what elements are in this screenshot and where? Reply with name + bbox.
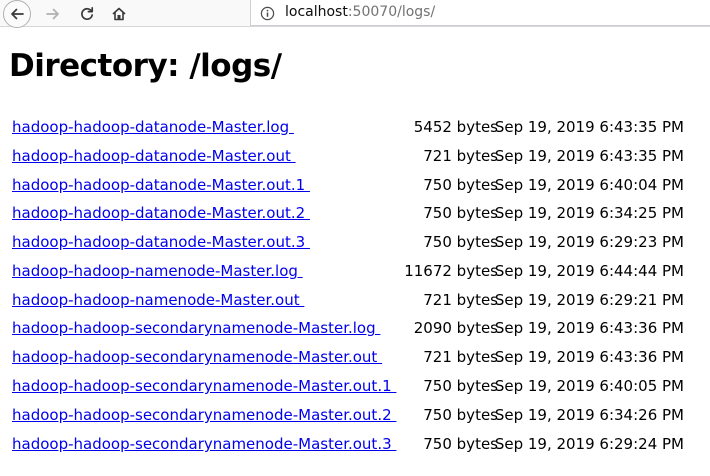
file-link[interactable]: hadoop-hadoop-secondarynamenode-Master.o…	[12, 435, 396, 453]
file-link[interactable]: hadoop-hadoop-datanode-Master.out.2	[12, 204, 310, 222]
file-link[interactable]: hadoop-hadoop-namenode-Master.log	[12, 262, 303, 280]
file-size: 721 bytes	[423, 291, 498, 309]
file-size: 2090 bytes	[413, 319, 498, 337]
file-date: Sep 19, 2019 6:43:36 PM	[494, 319, 684, 337]
reload-icon	[80, 6, 93, 20]
url-text[interactable]: localhost:50070/logs/	[285, 4, 435, 20]
file-link[interactable]: hadoop-hadoop-datanode-Master.out.3	[12, 233, 310, 251]
file-link[interactable]: hadoop-hadoop-namenode-Master.out	[12, 291, 304, 309]
file-link[interactable]: hadoop-hadoop-datanode-Master.out	[12, 147, 296, 165]
file-link[interactable]: hadoop-hadoop-datanode-Master.out.1	[12, 176, 310, 194]
file-date: Sep 19, 2019 6:40:04 PM	[494, 176, 684, 194]
file-size: 750 bytes	[423, 435, 498, 453]
file-row: hadoop-hadoop-datanode-Master.out.1 750 …	[0, 172, 710, 201]
arrow-left-icon	[11, 8, 24, 20]
home-icon	[111, 7, 126, 20]
file-date: Sep 19, 2019 6:29:23 PM	[494, 233, 684, 251]
file-size: 750 bytes	[423, 233, 498, 251]
file-row: hadoop-hadoop-datanode-Master.out.2 750 …	[0, 200, 710, 229]
file-row: hadoop-hadoop-namenode-Master.log 11672 …	[0, 258, 710, 287]
file-row: hadoop-hadoop-secondarynamenode-Master.o…	[0, 344, 710, 373]
page-title: Directory: /logs/	[9, 48, 282, 84]
file-size: 750 bytes	[423, 377, 498, 395]
file-date: Sep 19, 2019 6:43:35 PM	[494, 147, 684, 165]
file-link[interactable]: hadoop-hadoop-secondarynamenode-Master.l…	[12, 319, 380, 337]
file-date: Sep 19, 2019 6:40:05 PM	[494, 377, 684, 395]
url-path: :50070/logs/	[347, 4, 436, 20]
file-size: 750 bytes	[423, 176, 498, 194]
file-row: hadoop-hadoop-datanode-Master.out 721 by…	[0, 143, 710, 172]
file-link[interactable]: hadoop-hadoop-secondarynamenode-Master.o…	[12, 377, 396, 395]
file-row: hadoop-hadoop-namenode-Master.out 721 by…	[0, 287, 710, 316]
file-size: 5452 bytes	[413, 118, 498, 136]
back-button[interactable]	[3, 0, 31, 28]
url-bar[interactable]: localhost:50070/logs/	[250, 0, 710, 26]
home-button[interactable]	[106, 1, 131, 26]
file-row: hadoop-hadoop-secondarynamenode-Master.o…	[0, 373, 710, 402]
file-date: Sep 19, 2019 6:34:25 PM	[494, 204, 684, 222]
browser-toolbar: localhost:50070/logs/	[0, 0, 710, 28]
file-link[interactable]: hadoop-hadoop-datanode-Master.log	[12, 118, 294, 136]
file-size: 721 bytes	[423, 147, 498, 165]
file-row: hadoop-hadoop-secondarynamenode-Master.l…	[0, 315, 710, 344]
file-date: Sep 19, 2019 6:44:44 PM	[494, 262, 684, 280]
file-link[interactable]: hadoop-hadoop-secondarynamenode-Master.o…	[12, 348, 382, 366]
file-date: Sep 19, 2019 6:29:24 PM	[494, 435, 684, 453]
file-date: Sep 19, 2019 6:29:21 PM	[494, 291, 684, 309]
file-date: Sep 19, 2019 6:34:26 PM	[494, 406, 684, 424]
file-row: hadoop-hadoop-secondarynamenode-Master.o…	[0, 431, 710, 460]
file-date: Sep 19, 2019 6:43:36 PM	[494, 348, 684, 366]
file-row: hadoop-hadoop-secondarynamenode-Master.o…	[0, 402, 710, 431]
forward-button[interactable]	[40, 1, 65, 26]
file-size: 721 bytes	[423, 348, 498, 366]
file-size: 750 bytes	[423, 406, 498, 424]
reload-button[interactable]	[74, 1, 99, 26]
arrow-right-icon	[45, 8, 59, 19]
info-icon[interactable]	[260, 6, 275, 21]
file-link[interactable]: hadoop-hadoop-secondarynamenode-Master.o…	[12, 406, 396, 424]
url-host: localhost	[285, 4, 348, 20]
file-size: 750 bytes	[423, 204, 498, 222]
file-row: hadoop-hadoop-datanode-Master.out.3 750 …	[0, 229, 710, 258]
file-date: Sep 19, 2019 6:43:35 PM	[494, 118, 684, 136]
file-size: 11672 bytes	[404, 262, 498, 280]
file-row: hadoop-hadoop-datanode-Master.log 5452 b…	[0, 114, 710, 143]
